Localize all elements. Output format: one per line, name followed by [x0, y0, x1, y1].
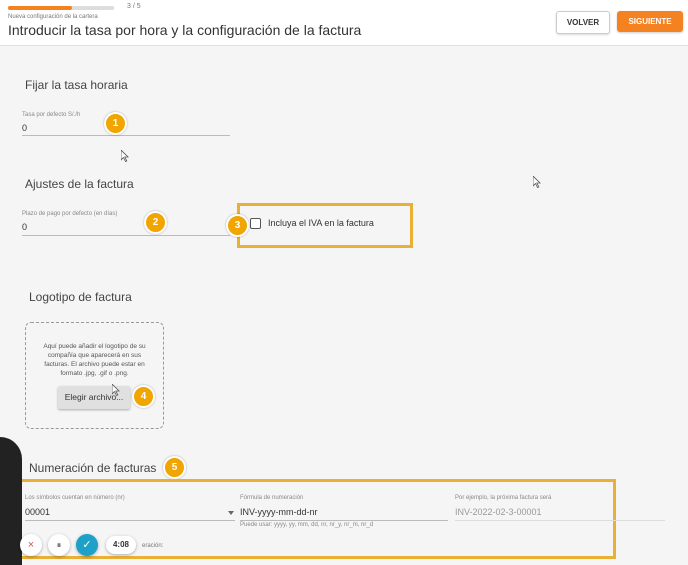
step-badge-2: 2 — [144, 211, 167, 234]
progress-text: 3 / 5 — [127, 3, 141, 10]
rate-section-title: Fijar la tasa horaria — [25, 78, 128, 92]
mouse-cursor-icon — [533, 176, 541, 188]
payment-term-label: Plazo de pago por defecto (en días) — [22, 211, 118, 217]
digits-select[interactable]: 00001 — [25, 507, 50, 517]
example-underline — [455, 520, 665, 521]
step-badge-3: 3 — [226, 214, 249, 237]
rate-input[interactable]: 0 — [22, 123, 27, 133]
recorder-controls: × ⏸ ✓ 4:08 — [14, 530, 136, 560]
formula-input[interactable]: INV-yyyy-mm-dd-nr — [240, 507, 318, 517]
logo-description: Aquí puede añadir el logotipo de su comp… — [43, 343, 146, 377]
formula-hint: Puede usar: yyyy, yy, mm, dd, nr, nr_y, … — [240, 522, 374, 528]
step-badge-1: 1 — [104, 112, 127, 135]
vat-checkbox[interactable] — [250, 218, 261, 229]
chevron-down-icon[interactable] — [228, 511, 234, 515]
rate-input-underline — [22, 135, 230, 136]
digits-field-label: Los símbolos cuentan en número (nr) — [25, 495, 125, 501]
step-badge-4: 4 — [132, 385, 155, 408]
check-icon[interactable]: ✓ — [76, 534, 98, 556]
next-button[interactable]: SIGUIENTE — [617, 11, 683, 32]
payment-term-underline — [22, 235, 230, 236]
invoice-section-title: Ajustes de la factura — [25, 177, 134, 191]
header-bar: 3 / 5 Nueva configuración de la cartera … — [0, 0, 688, 46]
back-button[interactable]: VOLVER — [556, 11, 610, 34]
mouse-cursor-icon — [112, 384, 120, 396]
example-value: INV-2022-02-3-00001 — [455, 507, 542, 517]
wizard-subtitle: Nueva configuración de la cartera — [8, 14, 98, 20]
formula-input-underline — [240, 520, 448, 521]
pause-icon[interactable]: ⏸ — [48, 534, 70, 556]
numbering-section-title: Numeración de facturas — [29, 461, 157, 475]
progress-fill — [8, 6, 72, 10]
progress-bar — [8, 6, 114, 10]
formula-field-label: Fórmula de numeración — [240, 495, 304, 501]
digits-select-underline — [25, 520, 235, 521]
step-badge-5: 5 — [163, 456, 186, 479]
recording-timer: 4:08 — [106, 536, 136, 554]
logo-section-title: Logotipo de factura — [29, 290, 132, 304]
payment-term-input[interactable]: 0 — [22, 222, 27, 232]
page-title: Introducir la tasa por hora y la configu… — [8, 22, 362, 38]
mouse-cursor-icon — [121, 150, 129, 162]
vat-checkbox-label[interactable]: Incluya el IVA en la factura — [268, 218, 374, 228]
close-icon[interactable]: × — [20, 534, 42, 556]
bottom-cut-text: eración: — [142, 543, 164, 549]
rate-field-label: Tasa por defecto S/./h — [22, 112, 81, 118]
example-field-label: Por ejemplo, la próxima factura será — [455, 495, 552, 501]
